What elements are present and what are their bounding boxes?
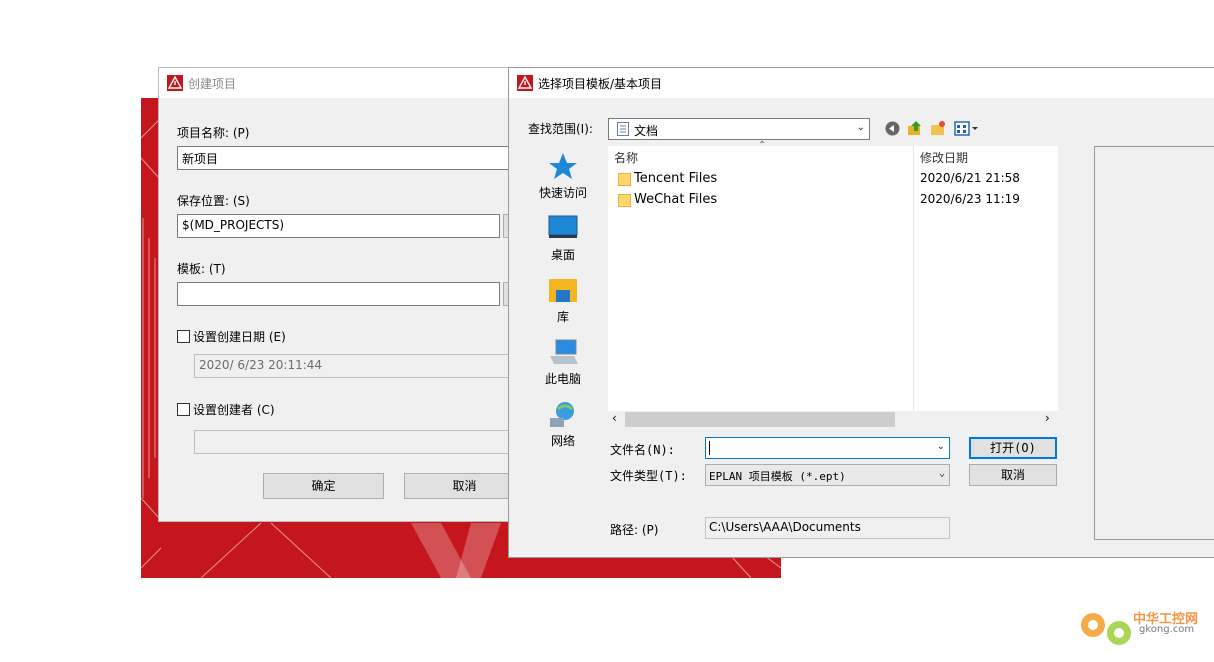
filetype-value: EPLAN 项目模板 (*.ept) — [709, 470, 846, 483]
document-icon — [617, 122, 629, 136]
set-creator-checkbox[interactable] — [177, 403, 190, 416]
path-label: 路径: (P) — [610, 523, 659, 537]
gear-icon — [1081, 613, 1131, 645]
scroll-left-icon[interactable]: ‹ — [612, 411, 617, 425]
place-label: 此电脑 — [544, 372, 581, 386]
place-label: 桌面 — [550, 248, 575, 262]
filetype-dropdown[interactable]: EPLAN 项目模板 (*.ept) ⌄ — [705, 464, 950, 486]
open-button[interactable]: 打开(O) — [969, 437, 1057, 459]
look-in-label: 查找范围(I): — [528, 122, 593, 136]
library-icon — [549, 279, 577, 302]
save-location-input[interactable]: $(MD_PROJECTS) — [177, 214, 500, 238]
place-label: 网络 — [550, 434, 575, 448]
set-date-label: 设置创建日期 (E) — [193, 330, 286, 344]
places-bar: 快速访问 桌面 库 此电脑 网络 — [523, 146, 603, 501]
dialog-title: 选择项目模板/基本项目 — [538, 77, 663, 91]
cancel-button[interactable]: 取消 — [969, 464, 1057, 486]
ok-button[interactable]: 确定 — [263, 473, 384, 499]
folder-icon — [618, 194, 631, 207]
watermark-domain: gkong.com — [1139, 624, 1195, 635]
chevron-down-icon: ⌄ — [938, 468, 945, 479]
set-date-checkbox[interactable] — [177, 330, 190, 343]
place-desktop[interactable]: 桌面 — [523, 214, 603, 263]
filename-label: 文件名(N): — [610, 443, 675, 457]
folder-icon — [618, 173, 631, 186]
place-label: 快速访问 — [538, 186, 587, 200]
column-header-name[interactable]: 名称 — [614, 149, 638, 166]
place-quick-access[interactable]: 快速访问 — [523, 152, 603, 201]
horizontal-scrollbar[interactable]: ‹ › — [608, 411, 1058, 428]
create-project-dialog: 创建项目 项目名称: (P) 新项目 保存位置: (S) $(MD_PROJEC… — [158, 67, 539, 522]
preview-pane — [1094, 146, 1214, 540]
text-caret — [709, 441, 710, 455]
chevron-down-icon: ⌄ — [936, 441, 945, 452]
eplan-logo-icon — [517, 75, 533, 91]
list-item[interactable]: Tencent Files 2020/6/21 21:58 — [608, 170, 1058, 190]
creation-date-field: 2020/ 6/23 20:11:44 — [194, 354, 539, 378]
template-input[interactable] — [177, 282, 500, 306]
dialog-titlebar[interactable]: 选择项目模板/基本项目 — [509, 68, 1214, 98]
computer-icon — [550, 339, 578, 364]
desktop-icon — [548, 215, 578, 238]
template-label: 模板: (T) — [177, 262, 226, 276]
place-library[interactable]: 库 — [523, 276, 603, 325]
look-in-value: 文档 — [634, 124, 659, 138]
set-creator-label: 设置创建者 (C) — [193, 403, 275, 417]
save-location-label: 保存位置: (S) — [177, 194, 250, 208]
project-name-label: 项目名称: (P) — [177, 126, 250, 140]
watermark: 中华工控网 gkong.com — [1075, 600, 1205, 655]
place-this-pc[interactable]: 此电脑 — [523, 338, 603, 387]
view-menu-icon[interactable] — [954, 121, 982, 136]
chevron-down-icon: ⌄ — [856, 122, 865, 133]
file-name: Tencent Files — [634, 171, 718, 186]
cancel-button[interactable]: 取消 — [404, 473, 525, 499]
sort-up-icon: ⌃ — [758, 140, 767, 151]
up-folder-icon[interactable] — [907, 120, 923, 136]
filetype-label: 文件类型(T): — [610, 469, 687, 483]
eplan-logo-icon — [167, 75, 183, 91]
scroll-right-icon[interactable]: › — [1045, 411, 1050, 425]
star-icon — [549, 153, 577, 179]
dialog-title: 创建项目 — [188, 77, 237, 91]
back-icon[interactable] — [885, 121, 900, 136]
path-field: C:\Users\AAA\Documents — [705, 517, 950, 539]
filename-input[interactable]: ⌄ — [705, 437, 950, 459]
look-in-dropdown[interactable]: 文档 ⌄ — [608, 118, 870, 140]
dialog-titlebar[interactable]: 创建项目 — [159, 68, 537, 98]
new-folder-icon[interactable] — [930, 121, 946, 136]
network-icon — [550, 402, 574, 427]
file-modified: 2020/6/21 21:58 — [920, 171, 1020, 185]
project-name-input[interactable]: 新项目 — [177, 146, 539, 170]
list-item[interactable]: WeChat Files 2020/6/23 11:19 — [608, 191, 1058, 211]
creator-field — [194, 430, 539, 454]
select-template-dialog: 选择项目模板/基本项目 查找范围(I): 文档 ⌄ 快速访问 桌面 库 此电脑 … — [508, 67, 1214, 558]
file-modified: 2020/6/23 11:19 — [920, 192, 1020, 206]
place-network[interactable]: 网络 — [523, 400, 603, 449]
column-header-modified[interactable]: 修改日期 — [920, 149, 968, 166]
scrollbar-thumb[interactable] — [625, 412, 895, 427]
file-list: 名称 ⌃ 修改日期 Tencent Files 2020/6/21 21:58 … — [608, 140, 1058, 428]
file-name: WeChat Files — [634, 192, 718, 207]
place-label: 库 — [556, 310, 569, 324]
